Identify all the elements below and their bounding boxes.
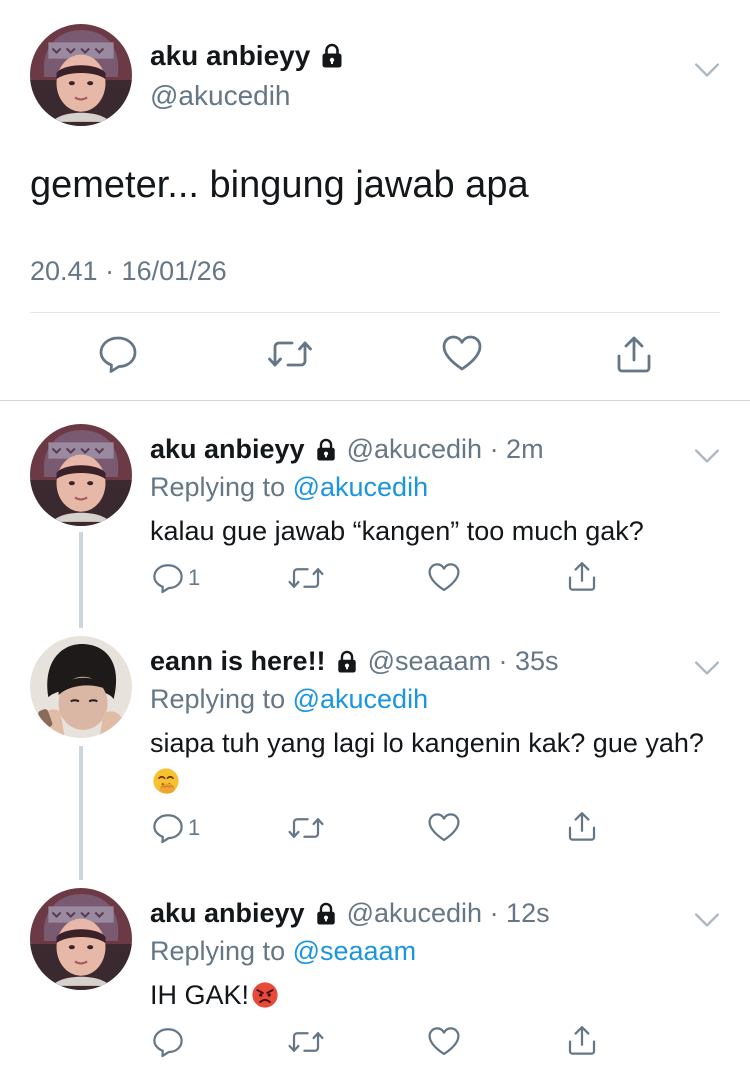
- reply-button[interactable]: [152, 1026, 188, 1058]
- lock-icon: [315, 902, 337, 926]
- reply-count: 1: [188, 565, 201, 590]
- chevron-down-icon[interactable]: [694, 912, 720, 928]
- share-icon: [614, 334, 654, 374]
- reply-icon: [152, 1026, 184, 1058]
- tweet-text: kalau gue jawab “kangen” too much gak?: [150, 516, 644, 546]
- tweet-text-content: siapa tuh yang lagi lo kangenin kak? gue…: [150, 728, 704, 758]
- avatar[interactable]: [30, 888, 132, 990]
- heart-icon: [442, 334, 482, 374]
- handle-time[interactable]: @akucedih · 12s: [347, 898, 550, 929]
- heart-icon: [428, 812, 460, 844]
- main-tweet: aku anbieyy @akucedih gemeter... bingung…: [0, 0, 750, 400]
- retweet-icon: [288, 1026, 324, 1058]
- replying-to-link[interactable]: @akucedih: [293, 472, 429, 502]
- display-name-text: aku anbieyy: [150, 40, 311, 71]
- share-button[interactable]: [566, 810, 598, 842]
- tweet-header: eann is here!! @seaaam · 35s: [150, 646, 559, 677]
- display-name[interactable]: aku anbieyy: [150, 434, 305, 465]
- retweet-button[interactable]: [268, 334, 312, 374]
- tweet-text: IH GAK!: [150, 976, 720, 1014]
- retweet-icon: [288, 562, 324, 594]
- display-name[interactable]: aku anbieyy: [150, 898, 305, 929]
- replying-to: Replying to @seaaam: [150, 936, 416, 967]
- like-button[interactable]: [442, 334, 482, 374]
- retweet-button[interactable]: [288, 562, 324, 594]
- share-button[interactable]: [566, 560, 598, 592]
- divider: [30, 312, 720, 313]
- reply-button[interactable]: 1: [152, 812, 200, 844]
- like-button[interactable]: [428, 562, 460, 594]
- retweet-button[interactable]: [288, 1026, 324, 1058]
- reply-button[interactable]: [98, 334, 138, 374]
- chevron-down-icon[interactable]: [694, 448, 720, 464]
- reply-icon: [98, 334, 138, 374]
- lock-icon: [336, 650, 358, 674]
- retweet-button[interactable]: [288, 812, 324, 844]
- tweet-header: aku anbieyy @akucedih · 2m: [150, 434, 544, 465]
- share-icon: [566, 560, 598, 592]
- chevron-down-icon[interactable]: [694, 62, 720, 78]
- heart-icon: [428, 562, 460, 594]
- thread-line: [79, 746, 83, 880]
- share-icon: [566, 1024, 598, 1056]
- display-name[interactable]: eann is here!!: [150, 646, 326, 677]
- avatar[interactable]: [30, 636, 132, 738]
- tweet-text: siapa tuh yang lagi lo kangenin kak? gue…: [150, 724, 720, 800]
- reply-icon: [152, 562, 184, 594]
- thread-line: [79, 532, 83, 628]
- lock-icon: [315, 438, 337, 462]
- handle-time[interactable]: @seaaam · 35s: [368, 646, 559, 677]
- chevron-down-icon[interactable]: [694, 660, 720, 676]
- avatar[interactable]: [30, 24, 132, 126]
- replying-prefix: Replying to: [150, 936, 293, 966]
- tweet-timestamp: 20.41 · 16/01/26: [30, 256, 227, 286]
- replying-to: Replying to @akucedih: [150, 472, 428, 503]
- replying-to-link[interactable]: @akucedih: [293, 684, 429, 714]
- replying-to-link[interactable]: @seaaam: [293, 936, 416, 966]
- reply-count: 1: [188, 815, 201, 840]
- heart-icon: [428, 1026, 460, 1058]
- reply-icon: [152, 812, 184, 844]
- share-icon: [566, 810, 598, 842]
- handle-time[interactable]: @akucedih · 2m: [347, 434, 544, 465]
- avatar[interactable]: [30, 424, 132, 526]
- angry-face-emoji: [251, 981, 279, 1009]
- like-button[interactable]: [428, 1026, 460, 1058]
- share-button[interactable]: [566, 1024, 598, 1056]
- user-handle[interactable]: @akucedih: [150, 80, 291, 112]
- tweet-header: aku anbieyy @akucedih · 12s: [150, 898, 550, 929]
- hand-over-mouth-emoji: [152, 767, 180, 795]
- replying-prefix: Replying to: [150, 684, 293, 714]
- lock-icon: [320, 43, 344, 69]
- tweet-text: gemeter... bingung jawab apa: [30, 164, 529, 206]
- retweet-icon: [288, 812, 324, 844]
- share-button[interactable]: [614, 334, 654, 374]
- tweet-text-content: IH GAK!: [150, 980, 250, 1010]
- replying-to: Replying to @akucedih: [150, 684, 428, 715]
- retweet-icon: [268, 334, 312, 374]
- display-name[interactable]: aku anbieyy: [150, 40, 344, 72]
- reply-button[interactable]: 1: [152, 562, 200, 594]
- like-button[interactable]: [428, 812, 460, 844]
- replying-prefix: Replying to: [150, 472, 293, 502]
- section-divider: [0, 400, 750, 401]
